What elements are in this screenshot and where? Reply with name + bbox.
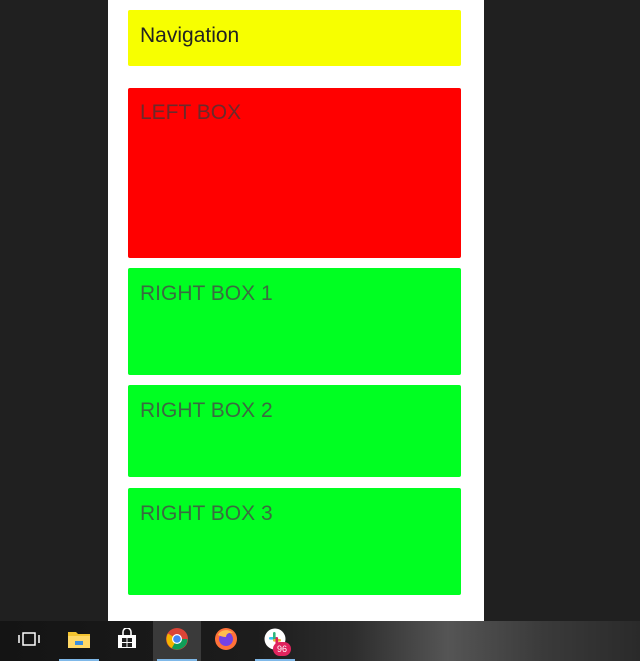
taskbar-microsoft-store[interactable] [103, 621, 151, 661]
taskbar: 96 [0, 621, 640, 661]
chrome-icon [165, 627, 189, 656]
taskbar-task-view[interactable] [5, 621, 53, 661]
slack-notification-badge: 96 [273, 642, 291, 656]
navigation-label: Navigation [140, 24, 240, 47]
taskbar-slack[interactable]: 96 [251, 621, 299, 661]
taskbar-chrome[interactable] [153, 621, 201, 661]
page-viewport: Navigation LEFT BOX RIGHT BOX 1 RIGHT BO… [108, 0, 484, 621]
left-box-label: LEFT BOX [140, 101, 242, 124]
firefox-icon [214, 627, 238, 656]
task-view-icon [18, 631, 40, 652]
left-box: LEFT BOX [128, 88, 461, 258]
right-box-2: RIGHT BOX 2 [128, 385, 461, 477]
right-box-2-label: RIGHT BOX 2 [140, 399, 273, 422]
right-box-1: RIGHT BOX 1 [128, 268, 461, 375]
file-explorer-icon [67, 629, 91, 654]
microsoft-store-icon [116, 626, 138, 655]
taskbar-firefox[interactable] [202, 621, 250, 661]
taskbar-file-explorer[interactable] [55, 621, 103, 661]
right-box-1-label: RIGHT BOX 1 [140, 282, 273, 305]
right-box-3: RIGHT BOX 3 [128, 488, 461, 595]
navigation-box: Navigation [128, 10, 461, 66]
right-box-3-label: RIGHT BOX 3 [140, 502, 273, 525]
